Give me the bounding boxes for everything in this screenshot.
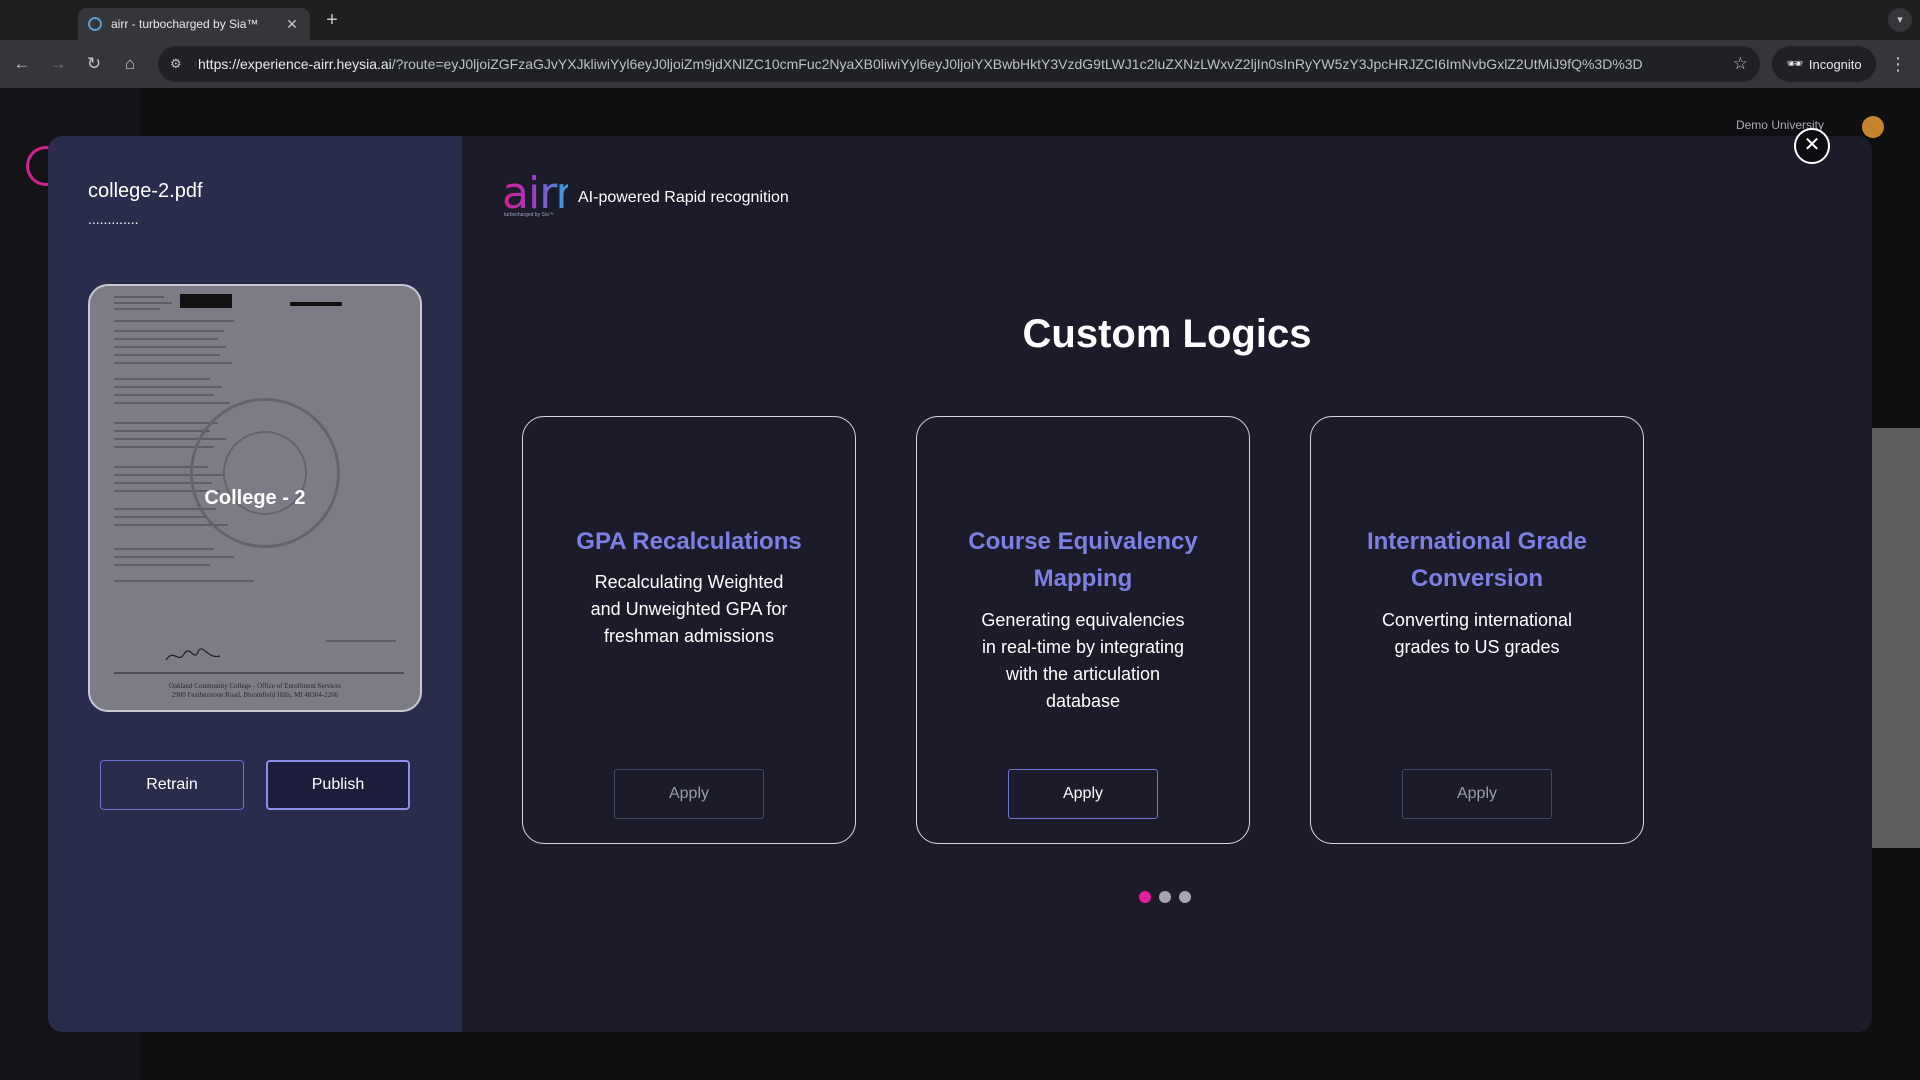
card-title-line: GPA Recalculations: [576, 528, 802, 555]
address-bar[interactable]: ⚙ https://experience-airr.heysia.ai/?rou…: [158, 46, 1760, 82]
document-preview-title: College - 2: [90, 286, 420, 710]
incognito-icon: 🕶: [1786, 56, 1803, 71]
page-title: Custom Logics: [1022, 312, 1312, 356]
card-description: Generating equivalencies in real-time by…: [957, 607, 1209, 715]
bookmark-star-icon[interactable]: ☆: [1733, 54, 1748, 74]
card-title: Course Equivalency Mapping: [937, 523, 1229, 597]
file-name: college-2.pdf: [88, 180, 203, 202]
carousel-dots: [1139, 891, 1191, 903]
site-info-icon[interactable]: ⚙: [170, 56, 186, 72]
retrain-button[interactable]: Retrain: [100, 760, 244, 810]
apply-button[interactable]: Apply: [1402, 769, 1552, 819]
card-title-line: Mapping: [1033, 565, 1133, 592]
reload-icon[interactable]: ↻: [82, 52, 106, 76]
favicon-icon: [88, 17, 102, 31]
browser-tab[interactable]: airr - turbocharged by Sia™ ✕: [78, 8, 310, 40]
file-progress-dots: .............: [88, 211, 139, 227]
card-description-line: with the articulation: [1005, 664, 1161, 684]
card-title: GPA Recalculations: [543, 523, 835, 560]
apply-button[interactable]: Apply: [1008, 769, 1158, 819]
carousel-dot[interactable]: [1139, 891, 1151, 903]
back-arrow-icon[interactable]: ←: [10, 52, 34, 76]
new-tab-button[interactable]: +: [320, 8, 344, 32]
airr-logo-subtitle: turbocharged by Sia™: [504, 212, 554, 218]
tab-search-icon[interactable]: ▾: [1888, 8, 1912, 32]
apply-button[interactable]: Apply: [614, 769, 764, 819]
incognito-label: Incognito: [1808, 56, 1862, 72]
modal-left-panel: college-2.pdf ............. Oakland Comm…: [48, 136, 462, 1032]
card-description-line: in real-time by integrating: [981, 637, 1185, 657]
url-path: /?route=eyJ0ljoiZGFzaGJvYXJkliwiYyl6eyJ0…: [391, 56, 1643, 72]
forward-arrow-icon[interactable]: →: [46, 52, 70, 76]
home-icon[interactable]: ⌂: [118, 52, 142, 76]
close-modal-icon[interactable]: ✕: [1794, 128, 1830, 164]
carousel-dot[interactable]: [1179, 891, 1191, 903]
card-description-line: Generating equivalencies: [981, 610, 1185, 630]
airr-brand: airr turbocharged by Sia™ AI-powered Rap…: [502, 168, 789, 222]
custom-logics-modal: college-2.pdf ............. Oakland Comm…: [48, 136, 1872, 1032]
logic-card-international-grade-conversion[interactable]: International Grade Conversion Convertin…: [1310, 416, 1644, 844]
logic-card-course-equivalency[interactable]: Course Equivalency Mapping Generating eq…: [916, 416, 1250, 844]
card-description-line: database: [1045, 691, 1121, 711]
document-preview[interactable]: Oakland Community College - Office of En…: [88, 284, 422, 712]
card-title: International Grade Conversion: [1331, 523, 1623, 597]
incognito-badge[interactable]: 🕶 Incognito: [1772, 46, 1876, 82]
card-description-line: Recalculating Weighted: [594, 572, 784, 592]
card-title-line: Course Equivalency: [968, 528, 1198, 555]
brand-tagline: AI-powered Rapid recognition: [578, 189, 789, 206]
url-host: https://experience-airr.heysia.ai: [198, 56, 392, 72]
card-title-line: Conversion: [1410, 565, 1544, 592]
card-description: Recalculating Weighted and Unweighted GP…: [573, 569, 805, 650]
tab-close-icon[interactable]: ✕: [284, 16, 300, 33]
background-document: [1870, 428, 1920, 848]
card-description-line: Converting international: [1381, 610, 1573, 630]
card-title-line: International Grade: [1366, 528, 1588, 555]
card-description-line: freshman admissions: [603, 626, 775, 646]
browser-menu-icon[interactable]: ⋮: [1886, 52, 1910, 76]
card-description: Converting international grades to US gr…: [1361, 607, 1593, 661]
airr-logo-text: airr: [502, 168, 574, 219]
browser-toolbar: ← → ↻ ⌂ ⚙ https://experience-airr.heysia…: [0, 40, 1920, 88]
url-text: https://experience-airr.heysia.ai/?route…: [198, 56, 1725, 72]
card-description-line: and Unweighted GPA for: [590, 599, 788, 619]
browser-tab-bar: airr - turbocharged by Sia™ ✕ + ▾: [0, 0, 1920, 40]
tab-title: airr - turbocharged by Sia™: [111, 17, 259, 31]
card-description-line: grades to US grades: [1394, 637, 1560, 657]
logic-card-gpa-recalculations[interactable]: GPA Recalculations Recalculating Weighte…: [522, 416, 856, 844]
publish-button[interactable]: Publish: [266, 760, 410, 810]
carousel-dot[interactable]: [1159, 891, 1171, 903]
airr-logo: airr turbocharged by Sia™: [502, 168, 574, 222]
avatar[interactable]: [1862, 116, 1884, 138]
preview-title-text: College - 2: [204, 486, 306, 509]
